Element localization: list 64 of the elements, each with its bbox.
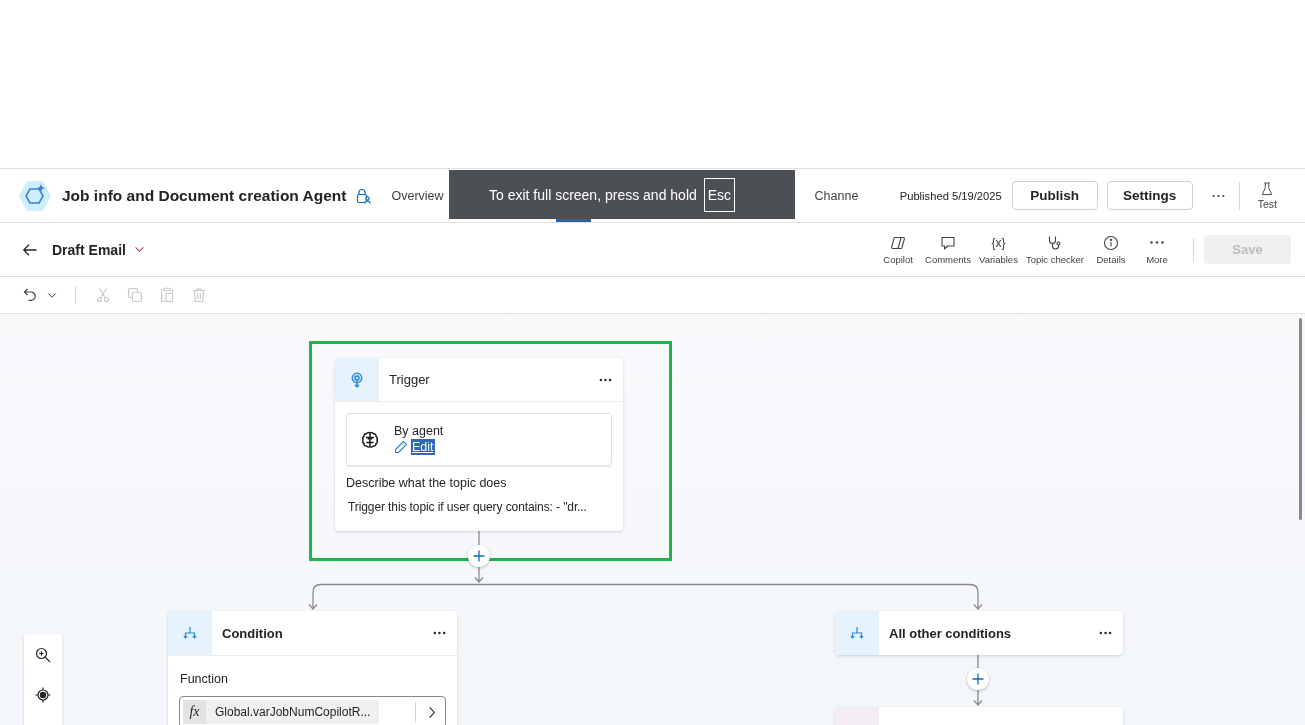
back-arrow-icon[interactable] — [22, 241, 38, 258]
edit-link[interactable]: Edit — [411, 439, 435, 455]
more-icon — [1150, 240, 1164, 244]
zoom-in-icon[interactable] — [35, 647, 51, 663]
more-icon[interactable] — [433, 631, 446, 635]
topic-title[interactable]: Draft Email — [52, 241, 126, 258]
node-title: Condition — [222, 625, 283, 641]
esc-key-label: Esc — [703, 177, 736, 212]
pencil-icon[interactable] — [394, 440, 408, 454]
connector-line — [977, 654, 979, 669]
publish-button[interactable]: Publish — [1011, 181, 1098, 210]
trigger-description: Trigger this topic if user query contains: - "dr... — [348, 500, 588, 514]
settings-button[interactable]: Settings — [1106, 181, 1193, 210]
comments-button[interactable]: Comments — [922, 234, 974, 265]
add-node-button[interactable] — [468, 545, 490, 567]
topic-checker-button[interactable]: Topic checker — [1022, 234, 1087, 265]
undo-icon[interactable] — [22, 287, 38, 303]
test-button[interactable]: Test — [1251, 181, 1283, 210]
field-label: Function — [180, 672, 229, 686]
connector-line — [478, 530, 480, 546]
info-icon — [1103, 234, 1119, 251]
scrollbar[interactable] — [1299, 318, 1302, 520]
chevron-down-icon[interactable] — [47, 291, 57, 299]
trigger-icon — [349, 371, 365, 388]
fx-label: fx — [183, 700, 206, 724]
tab[interactable]: Channe — [814, 169, 859, 222]
else-branch-card[interactable]: All other conditions — [835, 611, 1123, 655]
details-button[interactable]: Details — [1089, 234, 1133, 265]
formula-field[interactable]: fx Global.varJobNumCopilotR... — [179, 696, 446, 725]
speech-bubble-icon — [940, 234, 957, 251]
plus-icon — [972, 673, 984, 685]
flask-icon — [1261, 181, 1274, 196]
tab[interactable]: Overview — [391, 169, 444, 222]
stethoscope-icon — [1046, 234, 1063, 251]
trigger-node-card[interactable]: Trigger By agent Edit Describe what the topic does Trigger this topic if user query contains: - "dr... — [335, 358, 623, 531]
copilot-icon — [890, 234, 907, 251]
chevron-down-icon[interactable] — [133, 246, 145, 253]
brain-icon — [361, 430, 379, 449]
agent-logo-icon — [18, 179, 52, 212]
branch-icon — [182, 625, 198, 641]
notice-text: To exit full screen, press and hold — [489, 186, 697, 203]
variables-button[interactable]: {x} Variables — [976, 234, 1021, 265]
connector-arrow — [474, 566, 484, 583]
plus-icon — [473, 550, 485, 562]
more-button[interactable]: More — [1135, 234, 1179, 265]
node-title: Trigger — [389, 372, 430, 387]
formula-value: Global.varJobNumCopilotR... — [206, 700, 380, 724]
agent-name: Job info and Document creation Agent — [62, 186, 347, 205]
trigger-source: By agent — [394, 424, 444, 438]
connector-arrow — [973, 689, 983, 706]
lock-person-icon[interactable] — [355, 187, 372, 204]
copilot-button[interactable]: Copilot — [876, 234, 921, 265]
chevron-right-icon[interactable] — [428, 705, 436, 719]
branch-icon — [849, 625, 865, 641]
variables-icon: {x} — [991, 234, 1006, 251]
published-date: Published 5/19/2025 — [899, 189, 1002, 202]
add-node-button[interactable] — [967, 668, 989, 690]
condition-node-card[interactable]: Condition Function fx Global.varJobNumCopilotR... — [168, 611, 457, 725]
more-icon[interactable] — [599, 377, 612, 382]
recenter-icon[interactable] — [35, 687, 51, 703]
description-label: Describe what the topic does — [346, 476, 508, 490]
node-title: All other conditions — [889, 625, 1012, 641]
more-icon[interactable] — [1099, 631, 1112, 635]
more-icon[interactable] — [1211, 193, 1225, 198]
